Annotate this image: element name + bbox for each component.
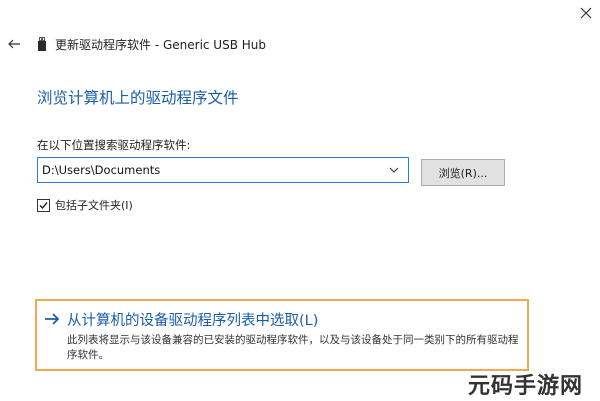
pick-option-description: 此列表将显示与该设备兼容的已安装的驱动程序软件，以及与该设备处于同一类别下的所有… bbox=[67, 334, 519, 361]
chevron-down-icon[interactable] bbox=[386, 162, 402, 178]
search-location-label: 在以下位置搜索驱动程序软件: bbox=[37, 138, 191, 152]
arrow-right-icon bbox=[43, 311, 61, 327]
page-heading: 浏览计算机上的驱动程序文件 bbox=[37, 89, 239, 107]
checkmark-icon bbox=[39, 201, 48, 209]
checkbox-box[interactable] bbox=[37, 198, 50, 212]
usb-device-icon bbox=[38, 36, 46, 51]
browse-button[interactable]: 浏览(R)... bbox=[421, 159, 505, 186]
window-title: 更新驱动程序软件 - Generic USB Hub bbox=[55, 38, 267, 52]
watermark-logo: 元码手游网 bbox=[468, 374, 584, 399]
close-icon[interactable] bbox=[575, 2, 597, 24]
include-subfolders-checkbox[interactable]: 包括子文件夹(I) bbox=[37, 197, 133, 213]
include-subfolders-label: 包括子文件夹(I) bbox=[55, 199, 133, 212]
path-combobox[interactable] bbox=[37, 157, 409, 183]
pick-option-title: 从计算机的设备驱动程序列表中选取(L) bbox=[67, 313, 319, 329]
pick-from-list-option[interactable]: 从计算机的设备驱动程序列表中选取(L) 此列表将显示与该设备兼容的已安装的驱动程… bbox=[35, 299, 529, 371]
path-input[interactable] bbox=[38, 158, 382, 182]
back-arrow-icon[interactable] bbox=[6, 36, 22, 52]
